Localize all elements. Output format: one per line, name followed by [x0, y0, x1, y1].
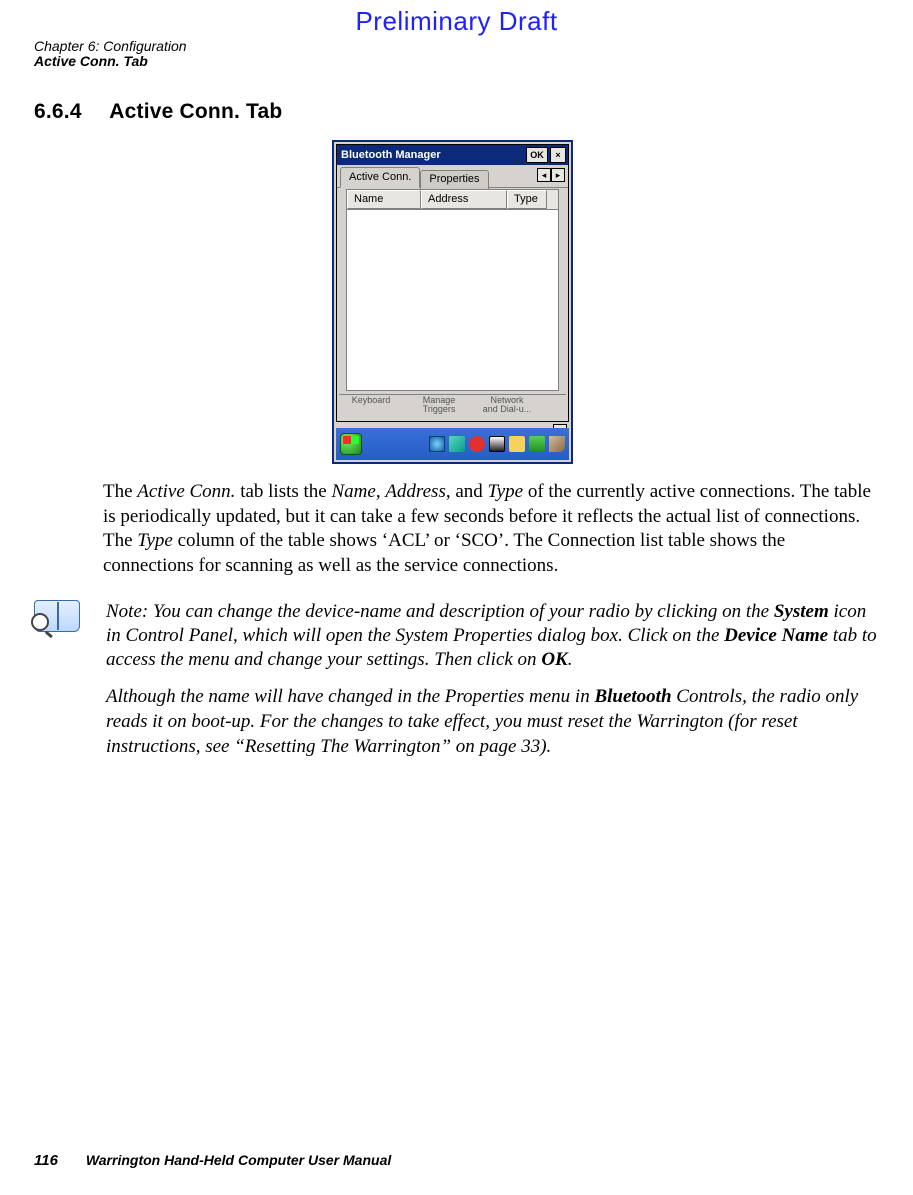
- section-number: 6.6.4: [34, 98, 104, 126]
- card-icon[interactable]: [489, 436, 505, 452]
- body-p1-i5: Type: [137, 530, 173, 551]
- running-header: Chapter 6: Configuration Active Conn. Ta…: [34, 39, 187, 70]
- note-p1-d: .: [568, 649, 573, 670]
- desktop-item-keyboard-label: Keyboard: [339, 396, 403, 405]
- note-block: Note: You can change the device-name and…: [34, 600, 879, 759]
- desktop-item-network-line2: and Dial-u...: [475, 405, 539, 414]
- bluetooth-manager-window: Bluetooth Manager OK × Active Conn. Prop…: [336, 144, 569, 422]
- note-p1-b3: OK: [541, 649, 567, 670]
- body-p1-b: tab lists the: [235, 481, 331, 502]
- tab-active-conn[interactable]: Active Conn.: [340, 167, 420, 188]
- tab-scroll: ◂ ▸: [537, 168, 565, 182]
- note-paragraph-2: Although the name will have changed in t…: [106, 685, 879, 759]
- close-button[interactable]: ×: [550, 147, 566, 163]
- note-p1-b2: Device Name: [724, 625, 828, 646]
- column-header-name[interactable]: Name: [347, 190, 421, 209]
- status-red-icon[interactable]: [469, 436, 485, 452]
- body-p1-i4: Type: [488, 481, 524, 502]
- body-paragraph: The Active Conn. tab lists the Name, Add…: [103, 480, 879, 579]
- body-p1-a: The: [103, 481, 137, 502]
- note-paragraph-1: Note: You can change the device-name and…: [106, 600, 879, 671]
- column-header-address[interactable]: Address: [421, 190, 507, 209]
- desktop-item-manage-triggers[interactable]: Manage Triggers: [407, 395, 471, 419]
- sip-pen-icon[interactable]: [549, 436, 565, 452]
- note-p1-b1: System: [774, 601, 829, 622]
- page: Preliminary Draft Chapter 6: Configurati…: [0, 0, 913, 1195]
- note-book-icon: [34, 600, 80, 634]
- note-p2-b1: Bluetooth: [594, 686, 671, 707]
- section-title: Active Conn. Tab: [109, 100, 282, 123]
- speaker-icon[interactable]: [449, 436, 465, 452]
- magnifier-icon: [31, 613, 49, 631]
- body-p1-i2: Name: [332, 481, 376, 502]
- column-header-type[interactable]: Type: [507, 190, 547, 209]
- desktop-item-network[interactable]: Network and Dial-u...: [475, 395, 539, 419]
- tab-strip: Active Conn. Properties ◂ ▸: [337, 165, 568, 188]
- running-header-line1: Chapter 6: Configuration: [34, 39, 187, 54]
- page-footer: 116 Warrington Hand-Held Computer User M…: [34, 1151, 391, 1171]
- desktop-item-keyboard[interactable]: Keyboard: [339, 395, 403, 419]
- running-header-line2: Active Conn. Tab: [34, 54, 187, 69]
- body-p1-d: , and: [446, 481, 488, 502]
- tab-properties[interactable]: Properties: [420, 170, 488, 189]
- body-p1-i1: Active Conn.: [137, 481, 235, 502]
- start-button[interactable]: [340, 433, 362, 455]
- watermark-text: Preliminary Draft: [0, 4, 913, 39]
- window-title: Bluetooth Manager: [341, 148, 441, 163]
- table-header-row: Name Address Type: [347, 190, 558, 210]
- note-label: Note:: [106, 601, 153, 622]
- footer-text: Warrington Hand-Held Computer User Manua…: [86, 1152, 391, 1168]
- tab-scroll-right-icon[interactable]: ▸: [551, 168, 565, 182]
- body-p1-f: column of the table shows ‘ACL’ or ‘SCO’…: [103, 530, 785, 576]
- book-icon: [34, 600, 80, 632]
- globe-icon[interactable]: [429, 436, 445, 452]
- window-titlebar: Bluetooth Manager OK ×: [337, 145, 568, 165]
- folder-icon[interactable]: [509, 436, 525, 452]
- desktop-icon-row: Keyboard Manage Triggers Network and Dia…: [339, 394, 566, 419]
- body-p1-i3: Address: [385, 481, 446, 502]
- tab-scroll-left-icon[interactable]: ◂: [537, 168, 551, 182]
- battery-icon[interactable]: [529, 436, 545, 452]
- connections-table: Name Address Type: [346, 189, 559, 391]
- ok-button[interactable]: OK: [526, 147, 548, 163]
- system-tray: [429, 436, 565, 452]
- page-number: 116: [34, 1152, 58, 1169]
- desktop-item-manage-line2: Triggers: [407, 405, 471, 414]
- os-taskbar: [336, 428, 569, 460]
- device-screenshot: Bluetooth Manager OK × Active Conn. Prop…: [332, 140, 573, 464]
- titlebar-buttons: OK ×: [526, 147, 566, 163]
- body-p1-c: ,: [376, 481, 386, 502]
- note-p1-a: You can change the device-name and descr…: [153, 601, 774, 622]
- note-p2-a: Although the name will have changed in t…: [106, 686, 594, 707]
- section-heading: 6.6.4 Active Conn. Tab: [34, 98, 282, 126]
